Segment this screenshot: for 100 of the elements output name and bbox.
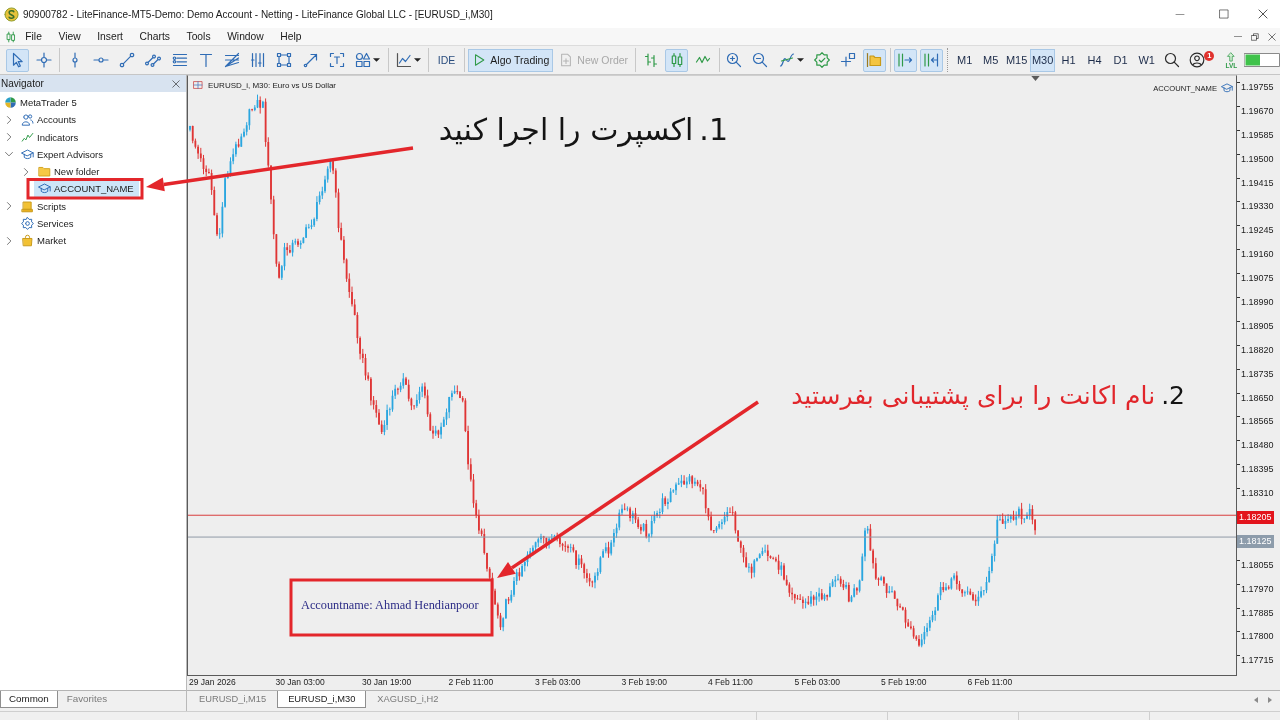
- script-icon: [21, 199, 34, 213]
- up-arrow-icon: [1226, 51, 1237, 62]
- text-box-icon: [328, 52, 345, 68]
- trend-line-icon: [119, 52, 136, 68]
- chart-title: EURUSD_i, M30: Euro vs US Dollar: [208, 80, 337, 90]
- folder-icon: [866, 52, 883, 68]
- menu-item[interactable]: Help: [272, 28, 310, 45]
- window-title: 90900782 - LiteFinance-MT5-Demo: Demo Account - Netting - LiteFinance Global LLC - [EURUSD_i,M30]: [23, 8, 493, 20]
- zoom-in-icon: [726, 52, 743, 68]
- menu-item[interactable]: View: [50, 28, 89, 45]
- tree-item[interactable]: Expert Advisors: [17, 145, 108, 163]
- chevron-right-icon[interactable]: [4, 235, 14, 246]
- time-label: 30 Jan 19:00: [361, 676, 413, 689]
- zoom-out-icon: [752, 52, 769, 68]
- squiggle-icon: [21, 130, 34, 144]
- menu-item[interactable]: Tools: [178, 28, 219, 45]
- timeframe-button[interactable]: W1: [1134, 48, 1160, 72]
- tree-item[interactable]: New folder: [34, 163, 105, 181]
- timeframe-button[interactable]: M5: [978, 48, 1004, 72]
- graduation-cap-icon: [38, 182, 51, 196]
- price-label: 1.19415: [1241, 176, 1274, 189]
- chevron-right-icon[interactable]: [4, 201, 14, 212]
- users-icon: [21, 113, 34, 127]
- status-meter-icon: [1244, 53, 1280, 67]
- bid-price-tag: 1.18205: [1237, 511, 1274, 525]
- chart-tab[interactable]: EURUSD_i,M30: [277, 691, 367, 708]
- chart-tab[interactable]: EURUSD_i,M15: [188, 691, 278, 708]
- price-label: 1.18820: [1241, 343, 1274, 356]
- time-label: 2 Feb 11:00: [447, 676, 495, 689]
- price-label: 1.17885: [1241, 606, 1274, 619]
- close-icon: [172, 79, 180, 88]
- tree-item[interactable]: Market: [17, 232, 72, 250]
- timeframe-button[interactable]: M15: [1004, 48, 1030, 72]
- fan-lines-icon: [224, 52, 240, 68]
- timeframe-button[interactable]: M30: [1030, 48, 1056, 72]
- timeframe-button[interactable]: M1: [952, 48, 978, 72]
- price-label: 1.17715: [1241, 654, 1274, 667]
- folder-button[interactable]: [862, 48, 886, 72]
- timeframe-button[interactable]: H1: [1056, 48, 1082, 72]
- plus-icon: [839, 52, 856, 68]
- candlestick-button[interactable]: [665, 48, 689, 72]
- price-label: 1.17800: [1241, 630, 1274, 643]
- price-label: 1.18055: [1241, 558, 1274, 571]
- arrow-icon: [302, 52, 319, 68]
- folder-icon: [38, 165, 51, 179]
- chevron-right-icon[interactable]: [21, 166, 31, 177]
- tree-item[interactable]: Accounts: [17, 111, 82, 129]
- gear-icon: [813, 52, 830, 68]
- time-label: 3 Feb 19:00: [620, 676, 668, 689]
- tree-item[interactable]: Services: [17, 214, 79, 232]
- shopping-bag-icon: [21, 234, 34, 248]
- chart-tab[interactable]: XAGUSD_i,H2: [366, 691, 450, 708]
- close-button[interactable]: [170, 77, 182, 90]
- scroll-right-icon: [1266, 695, 1274, 705]
- panel-tab[interactable]: Common: [0, 691, 58, 708]
- menu-item[interactable]: Window: [218, 28, 273, 45]
- cursor-button[interactable]: [6, 48, 29, 72]
- time-label: 5 Feb 03:00: [793, 676, 841, 689]
- chart-grid-icon: [192, 80, 204, 90]
- chart-shift-button[interactable]: [919, 48, 943, 72]
- time-label: 30 Jan 03:00: [274, 676, 326, 689]
- chevron-right-icon[interactable]: [4, 132, 14, 143]
- pinwheel-logo-icon: [4, 96, 17, 110]
- panel-tab[interactable]: Favorites: [57, 691, 117, 708]
- maximize-icon: [1219, 9, 1229, 19]
- restore-icon: [1250, 32, 1259, 41]
- rectangle-icon: [276, 52, 293, 68]
- time-label: 6 Feb 11:00: [966, 676, 1014, 689]
- scroll-end-button[interactable]: [893, 48, 917, 72]
- price-label: 1.18905: [1241, 319, 1274, 332]
- curve-icon: [779, 52, 795, 68]
- menu-item[interactable]: Insert: [88, 28, 132, 45]
- text-tool-icon: [197, 52, 214, 68]
- timeframe-button[interactable]: D1: [1108, 48, 1134, 72]
- tree-item[interactable]: MetaTrader 5: [0, 94, 82, 112]
- step-number: 1.: [699, 112, 728, 148]
- algo-trading-button[interactable]: Algo Trading: [468, 48, 554, 72]
- menu-item[interactable]: Charts: [131, 28, 179, 45]
- price-label: 1.19670: [1241, 104, 1274, 117]
- chart-axes-icon: [395, 52, 412, 68]
- scroll-right-button[interactable]: [1266, 695, 1274, 705]
- scroll-left-icon: [1252, 695, 1260, 705]
- crosshair-icon: [35, 52, 52, 68]
- chevron-right-icon[interactable]: [4, 114, 14, 125]
- tree-item[interactable]: Indicators: [17, 128, 84, 146]
- candlestick-icon: [5, 30, 17, 43]
- chart-shift-icon: [923, 52, 940, 68]
- price-label: 1.19500: [1241, 152, 1274, 165]
- menu-item[interactable]: File: [17, 28, 51, 45]
- price-label: 1.18565: [1241, 415, 1274, 428]
- time-label: 4 Feb 11:00: [707, 676, 754, 689]
- ide-button[interactable]: IDE: [431, 48, 462, 72]
- scroll-left-button[interactable]: [1252, 695, 1260, 705]
- price-label: 1.18310: [1241, 487, 1274, 500]
- close-icon: [1267, 32, 1276, 41]
- timeframe-button[interactable]: H4: [1082, 48, 1108, 72]
- tree-item[interactable]: Scripts: [17, 197, 72, 215]
- app-logo-icon: [4, 6, 19, 22]
- shapes-icon: [355, 52, 372, 68]
- minimize-icon: [1175, 13, 1185, 15]
